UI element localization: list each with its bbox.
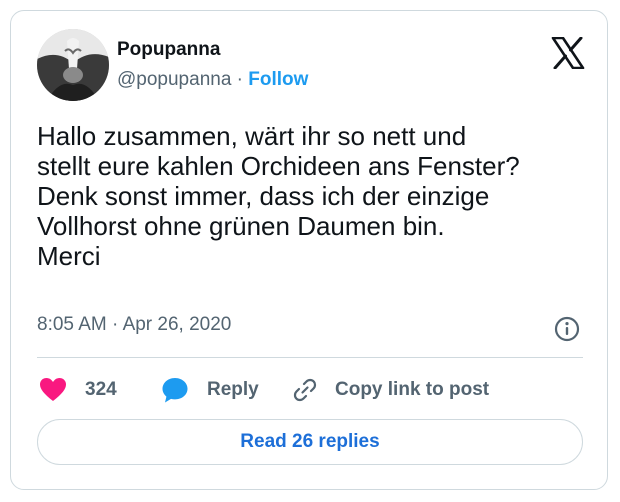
tweet-card: Popupanna @popupanna · Follow Hallo zusa… — [10, 10, 608, 490]
like-button[interactable]: 324 — [39, 373, 117, 407]
tweet-line: stellt eure kahlen Orchideen ans Fenster… — [37, 151, 520, 181]
tweet-text: Hallo zusammen, wärt ihr so nett und ste… — [37, 121, 597, 271]
tweet-time: 8:05 AM — [37, 314, 107, 335]
tweet-line: Denk sonst immer, dass ich der einzige — [37, 181, 490, 211]
meta-separator: · — [112, 314, 119, 335]
tweet-line: Hallo zusammen, wärt ihr so nett und — [37, 121, 467, 151]
tweet-line: Merci — [37, 241, 101, 271]
handle-separator: · — [236, 69, 243, 90]
divider — [37, 357, 583, 358]
reply-button[interactable]: Reply — [161, 373, 259, 407]
author-name[interactable]: Popupanna — [117, 39, 220, 61]
tweet-date: Apr 26, 2020 — [122, 314, 232, 335]
tweet-timestamp[interactable]: 8:05 AM · Apr 26, 2020 — [37, 314, 231, 336]
avatar[interactable] — [37, 29, 109, 101]
speech-bubble-icon — [162, 378, 188, 403]
link-icon — [293, 378, 317, 402]
info-icon[interactable] — [554, 316, 580, 342]
read-replies-button[interactable]: Read 26 replies — [37, 419, 583, 465]
copy-link-button[interactable]: Copy link to post — [291, 373, 489, 407]
tweet-line: Vollhorst ohne grünen Daumen bin. — [37, 211, 445, 241]
reply-label: Reply — [207, 379, 259, 400]
heart-icon — [40, 378, 66, 401]
follow-button[interactable]: Follow — [248, 69, 308, 90]
copy-link-label: Copy link to post — [335, 379, 490, 400]
like-count: 324 — [85, 379, 117, 400]
author-handle-row: @popupanna · Follow — [117, 69, 308, 91]
x-logo-icon[interactable] — [551, 36, 585, 70]
avatar-photo — [37, 29, 109, 101]
author-handle[interactable]: @popupanna — [117, 69, 231, 90]
